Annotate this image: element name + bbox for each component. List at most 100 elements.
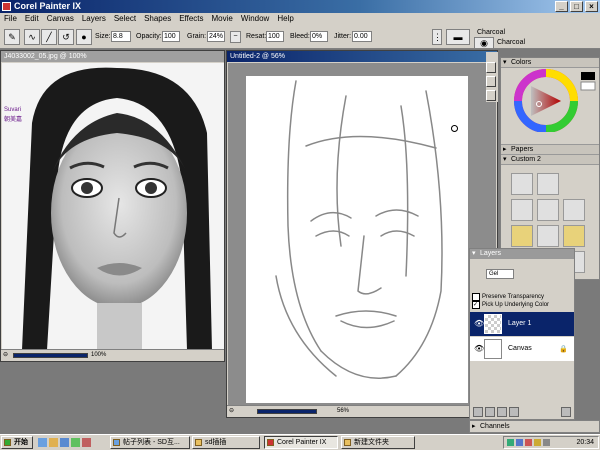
minimize-button[interactable]: _ — [555, 1, 568, 12]
tray-antivirus-icon[interactable] — [525, 439, 532, 446]
brush-tool-icon[interactable]: ✎ — [4, 29, 20, 45]
scroll-up-button[interactable] — [486, 62, 496, 73]
menu-select[interactable]: Select — [114, 13, 136, 25]
layer-row-canvas[interactable]: 👁 Canvas 🔒 — [470, 337, 574, 361]
photo-watermark-cn: 朝美嘉 — [4, 115, 22, 123]
brush-tile-2[interactable] — [537, 173, 559, 195]
canvas-zoom-slider[interactable] — [257, 409, 317, 414]
scroll-down-button[interactable] — [486, 90, 496, 101]
menu-shapes[interactable]: Shapes — [144, 13, 171, 25]
resat-field[interactable]: 100 — [266, 31, 284, 42]
tray-messenger-icon[interactable] — [516, 439, 523, 446]
collapse-custom-icon[interactable]: ▾ — [503, 155, 507, 164]
dynamic-plugin-icon[interactable] — [497, 407, 507, 417]
layers-button-bar — [470, 407, 574, 417]
tray-network-icon[interactable] — [507, 439, 514, 446]
close-button[interactable]: × — [585, 1, 598, 12]
menu-file[interactable]: File — [4, 13, 17, 25]
scroll-mid-button[interactable] — [486, 76, 496, 87]
colors-panel-header[interactable]: ▾ Colors — [501, 58, 599, 68]
preserve-transparency-option[interactable]: Preserve Transparency — [472, 293, 544, 301]
grain-field[interactable]: 24% — [207, 31, 225, 42]
tray-volume-icon[interactable] — [543, 439, 550, 446]
channels-panel-title: Channels — [480, 423, 510, 430]
menu-window[interactable]: Window — [241, 13, 269, 25]
color-wheel[interactable] — [501, 68, 599, 133]
taskbar-item-sd[interactable]: sd插插 — [192, 436, 260, 449]
channels-panel: ▸ Channels — [469, 420, 600, 433]
expand-channels-icon[interactable]: ▸ — [472, 421, 476, 432]
color-wheel-area[interactable] — [501, 68, 599, 133]
composite-method-select[interactable]: Gel — [486, 269, 514, 279]
menu-effects[interactable]: Effects — [179, 13, 203, 25]
preserve-transparency-checkbox[interactable] — [472, 293, 480, 301]
taskbar-item-forum[interactable]: 帖子列表 - SD互... — [110, 436, 190, 449]
quick-launch-media-icon[interactable] — [82, 438, 91, 447]
freehand-stroke-icon[interactable]: ∿ — [24, 29, 40, 45]
delete-layer-icon[interactable] — [561, 407, 571, 417]
brush-category-select[interactable]: Charcoal — [477, 28, 580, 38]
sketch-drawing — [275, 80, 443, 379]
papers-panel-header[interactable]: ▸ Papers — [501, 144, 599, 155]
quick-launch-ie-icon[interactable] — [38, 438, 47, 447]
canvas-document-window[interactable]: Untitled-2 @ 56% ⊖ 56% — [226, 50, 498, 418]
layer-commands-icon[interactable] — [509, 407, 519, 417]
menu-help[interactable]: Help — [277, 13, 293, 25]
custom-panel-header[interactable]: ▾ Custom 2 — [501, 155, 599, 165]
quick-launch-desktop-icon[interactable] — [60, 438, 69, 447]
layer1-visibility-eye-icon[interactable]: 👁 — [474, 319, 484, 328]
brush-tile-7[interactable] — [537, 225, 559, 247]
brush-variant-select[interactable]: Charcoal — [497, 38, 580, 48]
canvas-visibility-eye-icon[interactable]: 👁 — [474, 344, 484, 353]
brush-variant-icon[interactable]: ◉ — [474, 37, 494, 49]
layer-mask-icon[interactable] — [485, 407, 495, 417]
collapse-colors-icon[interactable]: ▾ — [503, 58, 507, 67]
brush-tile-8[interactable] — [563, 225, 585, 247]
menu-canvas[interactable]: Canvas — [47, 13, 74, 25]
start-button[interactable]: 开始 — [1, 436, 33, 449]
grain-label: Grain: — [187, 33, 207, 40]
photo-document-window[interactable]: J4033002_05.jpg @ 100% Suvari 朝美嘉 ⊖ 100% — [0, 50, 225, 362]
bleed-field[interactable]: 0% — [310, 31, 328, 42]
expand-papers-icon[interactable]: ▸ — [503, 145, 507, 154]
brush-tile-3[interactable] — [511, 199, 533, 221]
canvas-zoom-out-icon[interactable]: ⊖ — [229, 406, 234, 417]
size-field[interactable]: 8.8 — [111, 31, 131, 42]
quick-launch-folder-icon[interactable] — [49, 438, 58, 447]
menu-movie[interactable]: Movie — [212, 13, 233, 25]
layer-row-layer1[interactable]: 👁 Layer 1 — [470, 312, 574, 336]
quick-launch-app-icon[interactable] — [71, 438, 80, 447]
canvas-zoom-value: 56% — [337, 408, 350, 414]
papers-panel-title: Papers — [511, 146, 534, 153]
photo-window-title: J4033002_05.jpg @ 100% — [1, 51, 224, 62]
preserve-transparency-label: Preserve Transparency — [482, 294, 545, 300]
collapse-layers-icon[interactable]: ▾ — [472, 249, 476, 258]
brush-tile-6[interactable] — [511, 225, 533, 247]
pick-up-color-checkbox[interactable]: ✓ — [472, 301, 480, 309]
brush-tile-4[interactable] — [537, 199, 559, 221]
menu-layers[interactable]: Layers — [82, 13, 106, 25]
channels-panel-header[interactable]: ▸ Channels — [470, 421, 599, 432]
pick-up-color-option[interactable]: ✓ Pick Up Underlying Color — [472, 301, 549, 309]
menu-edit[interactable]: Edit — [25, 13, 39, 25]
photo-zoom-slider[interactable] — [13, 353, 88, 358]
brush-tile-1[interactable] — [511, 173, 533, 195]
opacity-field[interactable]: 100 — [162, 31, 180, 42]
windows-logo-icon — [4, 439, 11, 446]
new-layer-icon[interactable] — [473, 407, 483, 417]
tray-ime-icon[interactable] — [534, 439, 541, 446]
brush-tile-5[interactable] — [563, 199, 585, 221]
layer1-thumbnail — [484, 314, 502, 334]
taskbar-item-painter[interactable]: Corel Painter IX — [264, 436, 338, 449]
drawing-canvas[interactable] — [246, 76, 468, 403]
layers-panel-header[interactable]: ▾ Layers — [470, 249, 574, 259]
stroke-attributes-icon[interactable]: ~ — [230, 31, 241, 43]
brush-category-icon[interactable]: ▬ — [446, 29, 470, 45]
reset-brush-icon[interactable]: ↺ — [58, 29, 74, 45]
taskbar-item-newfolder[interactable]: 新建文件夹 — [341, 436, 415, 449]
straight-line-icon[interactable]: ╱ — [41, 29, 57, 45]
jitter-field[interactable]: 0.00 — [352, 31, 372, 42]
maximize-button[interactable]: □ — [570, 1, 583, 12]
photo-watermark-name: Suvari — [4, 107, 21, 113]
zoom-out-icon[interactable]: ⊖ — [3, 350, 8, 361]
